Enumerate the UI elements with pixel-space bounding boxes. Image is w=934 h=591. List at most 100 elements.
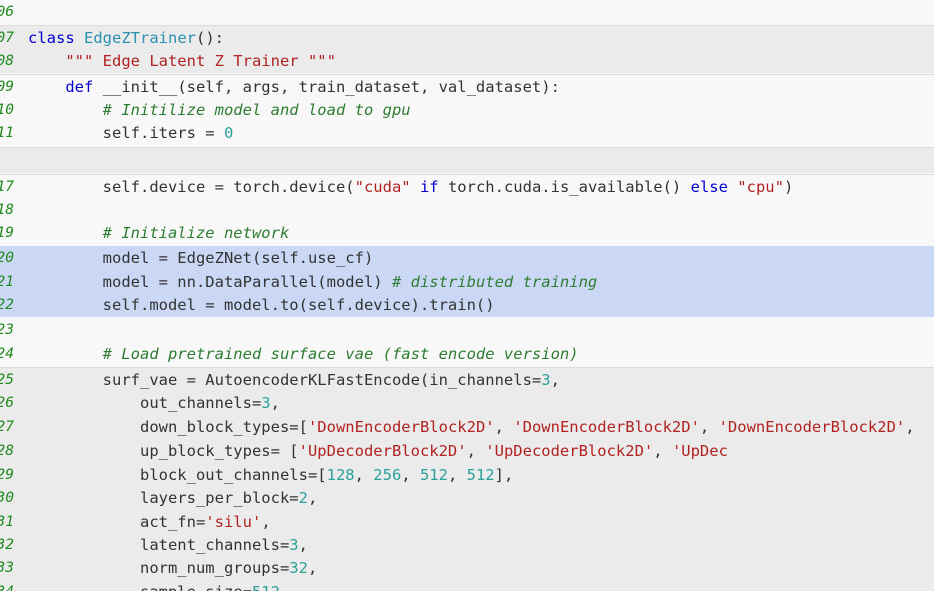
code-token: ,	[307, 489, 318, 507]
code-line-32[interactable]: 32 latent_channels=3,	[0, 533, 934, 556]
code-token: latent_channels=	[28, 536, 290, 554]
code-token: ,	[653, 442, 672, 460]
line-code: out_channels=3,	[28, 391, 280, 415]
code-line-30[interactable]: 30 layers_per_block=2,	[0, 486, 934, 510]
string-token: 'UpDecoderBlock2D'	[298, 442, 467, 460]
string-token: 'DownEncoderBlock2D'	[513, 418, 700, 436]
line-code: """ Edge Latent Z Trainer """	[28, 49, 336, 73]
line-number: 09	[0, 79, 14, 95]
code-line-21[interactable]: 21 model = nn.DataParallel(model) # dist…	[0, 270, 934, 293]
line-number: 31	[0, 514, 14, 530]
string-token: 'DownEncoderBlock2D'	[307, 418, 495, 436]
line-number: 29	[0, 467, 14, 483]
line-number: 21	[0, 274, 14, 290]
code-token: self.device = torch.device(	[28, 178, 355, 196]
line-code: model = EdgeZNet(self.use_cf)	[28, 246, 374, 270]
keyword-token: class	[28, 29, 75, 47]
line-number: 19	[0, 225, 14, 241]
number-token: 3	[289, 536, 299, 554]
code-token: ,	[494, 418, 514, 436]
code-token: ],	[494, 466, 514, 484]
code-line-33[interactable]: 33 norm_num_groups=32,	[0, 556, 934, 580]
line-number: 06	[0, 4, 14, 20]
code-line-19[interactable]: 19 # Initialize network	[0, 221, 934, 245]
code-token: layers_per_block=	[28, 489, 299, 507]
keyword-token: if	[419, 178, 439, 196]
code-line-09[interactable]: 09 def __init__(self, args, train_datase…	[0, 74, 934, 98]
code-token: ,	[270, 394, 280, 412]
line-number: 18	[0, 202, 14, 218]
string-token: 'UpDec	[671, 442, 728, 460]
code-line-28[interactable]: 28 up_block_types= ['UpDecoderBlock2D', …	[0, 439, 934, 463]
code-line-24[interactable]: 24 # Load pretrained surface vae (fast e…	[0, 342, 934, 366]
line-number: 22	[0, 297, 14, 313]
string-token: "cpu"	[737, 178, 784, 196]
code-token: torch.cuda.is_available()	[438, 178, 691, 196]
number-token: 32	[289, 559, 308, 577]
line-code: class EdgeZTrainer():	[28, 26, 224, 50]
number-token: 512	[252, 583, 280, 591]
number-token: 3	[541, 371, 551, 389]
code-line-10[interactable]: 10 # Initilize model and load to gpu	[0, 98, 934, 121]
line-number: 24	[0, 346, 14, 362]
comment-token: # Load pretrained surface vae (fast enco…	[102, 345, 579, 363]
line-code: self.model = model.to(self.device).train…	[28, 293, 495, 317]
code-token: ,	[261, 513, 271, 531]
code-line-11[interactable]: 11 self.iters = 0	[0, 121, 934, 144]
code-token: ,	[550, 371, 560, 389]
code-editor[interactable]: 0607class EdgeZTrainer():08 """ Edge Lat…	[0, 0, 934, 591]
string-token: 'UpDecoderBlock2D'	[485, 442, 654, 460]
code-token: ,	[466, 442, 486, 460]
keyword-token: def	[65, 78, 94, 96]
line-code: # Load pretrained surface vae (fast enco…	[28, 342, 579, 366]
line-number: 20	[0, 250, 14, 266]
line-code: down_block_types=['DownEncoderBlock2D', …	[28, 415, 915, 439]
code-line-20[interactable]: 20 model = EdgeZNet(self.use_cf)	[0, 246, 934, 270]
code-line-18[interactable]: 18	[0, 198, 934, 221]
comment-token: # Initialize network	[102, 224, 290, 242]
code-token: ,	[905, 418, 915, 436]
line-number: 11	[0, 125, 14, 141]
code-token: ,	[447, 466, 467, 484]
line-number: 08	[0, 53, 14, 69]
code-line-17[interactable]: 17 self.device = torch.device("cuda" if …	[0, 174, 934, 198]
line-number: 17	[0, 179, 14, 195]
code-token: self.iters =	[28, 124, 224, 142]
line-code: def __init__(self, args, train_dataset, …	[28, 75, 560, 99]
code-line-22[interactable]: 22 self.model = model.to(self.device).tr…	[0, 293, 934, 317]
code-line-26[interactable]: 26 out_channels=3,	[0, 391, 934, 415]
code-line-06[interactable]: 06	[0, 0, 934, 24]
line-code: model = nn.DataParallel(model) # distrib…	[28, 270, 598, 294]
line-code: self.iters = 0	[28, 121, 234, 145]
number-token: 2	[298, 489, 308, 507]
code-line-07[interactable]: 07 class EdgeZTrainer():	[0, 25, 934, 49]
code-token: model = EdgeZNet(self.use_cf)	[28, 249, 374, 267]
number-token: 3	[261, 394, 271, 412]
code-token: ,	[699, 418, 719, 436]
code-token: block_out_channels=[	[28, 466, 327, 484]
code-token: surf_vae = AutoencoderKLFastEncode(in_ch…	[28, 371, 542, 389]
code-line-31[interactable]: 31 act_fn='silu',	[0, 510, 934, 533]
code-line-23[interactable]: 23	[0, 318, 934, 342]
number-token: 256	[373, 466, 402, 484]
line-number: 23	[0, 322, 14, 338]
folded-region[interactable]	[0, 147, 934, 173]
code-token: ():	[196, 29, 224, 47]
number-token: 128	[326, 466, 355, 484]
code-token: ,	[401, 466, 420, 484]
number-token: 512	[466, 466, 495, 484]
code-line-25[interactable]: 25 surf_vae = AutoencoderKLFastEncode(in…	[0, 367, 934, 391]
code-token: up_block_types= [	[28, 442, 299, 460]
line-code: # Initilize model and load to gpu	[28, 98, 411, 122]
code-line-27[interactable]: 27 down_block_types=['DownEncoderBlock2D…	[0, 415, 934, 439]
code-line-29[interactable]: 29 block_out_channels=[128, 256, 512, 51…	[0, 463, 934, 486]
code-line-34[interactable]: 34 sample_size=512	[0, 580, 934, 591]
line-code: # Initialize network	[28, 221, 290, 245]
code-line-08[interactable]: 08 """ Edge Latent Z Trainer """	[0, 49, 934, 73]
line-code: latent_channels=3,	[28, 533, 308, 557]
